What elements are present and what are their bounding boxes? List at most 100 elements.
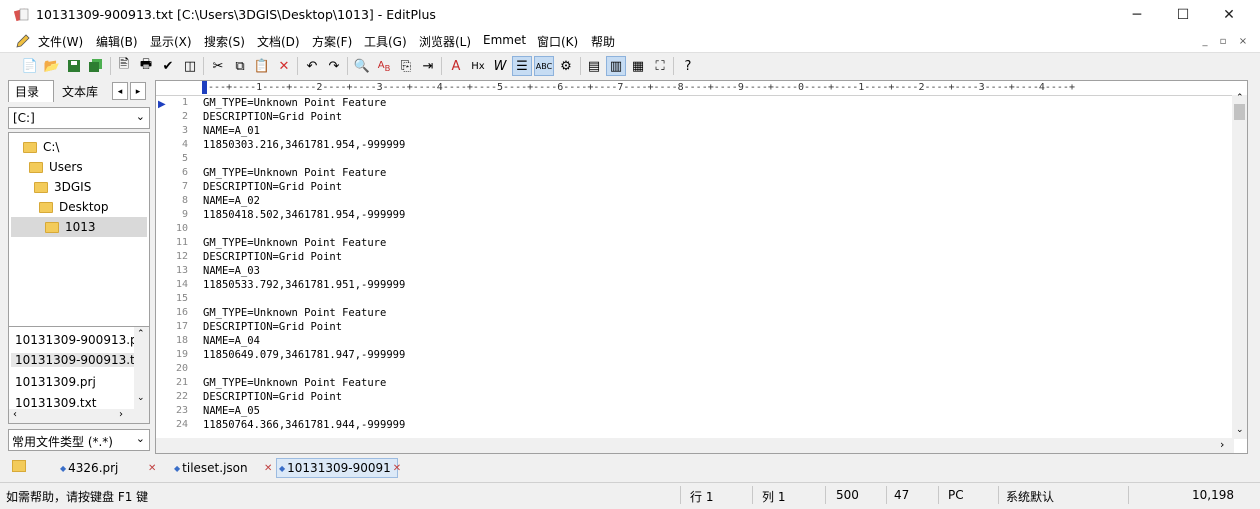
close-button[interactable]: ✕ (1206, 0, 1252, 30)
list-item[interactable]: 10131309-900913.p (15, 333, 138, 347)
menu-document[interactable]: 文档(D) (257, 33, 300, 50)
directory-window-icon[interactable]: ▤ (584, 56, 604, 76)
paste-icon[interactable]: 📋 (252, 56, 272, 76)
text-editor[interactable]: ----+----1----+----2----+----3----+----4… (155, 80, 1248, 454)
mdi-close-icon[interactable]: × (1234, 33, 1252, 49)
scroll-right-icon[interactable]: › (1220, 438, 1224, 451)
menu-help[interactable]: 帮助 (591, 33, 615, 50)
scroll-thumb[interactable] (1234, 104, 1245, 120)
folder-icon[interactable] (12, 460, 26, 472)
menu-search[interactable]: 搜索(S) (204, 33, 245, 50)
menu-file[interactable]: 文件(W) (38, 33, 83, 50)
word-wrap-icon[interactable]: W (490, 56, 510, 76)
browser-preview-icon[interactable]: ◫ (180, 56, 200, 76)
tab-prev-icon[interactable]: ◂ (112, 82, 128, 100)
file-list-scrollbar[interactable]: ⌃ ⌄ (134, 327, 149, 409)
code-line[interactable]: DESCRIPTION=Grid Point (203, 181, 342, 193)
list-item[interactable]: 10131309.txt (15, 396, 96, 410)
menu-browser[interactable]: 浏览器(L) (419, 33, 471, 50)
tree-node-c[interactable]: C:\ (23, 137, 59, 157)
code-line[interactable]: NAME=A_01 (203, 125, 260, 137)
tree-node-3dgis[interactable]: 3DGIS (34, 177, 91, 197)
delete-icon[interactable]: ✕ (274, 56, 294, 76)
fullscreen-icon[interactable]: ⛶ (650, 56, 670, 76)
scroll-down-icon[interactable]: ⌄ (1236, 425, 1244, 435)
app-icon[interactable] (13, 7, 30, 23)
undo-icon[interactable]: ↶ (302, 56, 322, 76)
tree-node-users[interactable]: Users (29, 157, 83, 177)
code-line[interactable]: 11850649.079,3461781.947,-999999 (203, 349, 405, 361)
doc-tab-active[interactable]: ◆ 10131309-90091 ✕ (276, 458, 401, 478)
settings-gear-icon[interactable]: ⚙ (556, 56, 576, 76)
file-list-hscrollbar[interactable]: ‹ › (9, 409, 149, 423)
scroll-up-icon[interactable]: ⌃ (1236, 93, 1244, 103)
find-icon[interactable]: 🔍 (352, 56, 372, 76)
code-line[interactable]: DESCRIPTION=Grid Point (203, 251, 342, 263)
list-item[interactable]: 10131309-900913.tx (11, 353, 142, 367)
ruler-icon[interactable]: ABC (534, 56, 554, 76)
save-all-icon[interactable] (86, 56, 106, 76)
code-line[interactable]: GM_TYPE=Unknown Point Feature (203, 97, 386, 109)
editor-vertical-scrollbar[interactable]: ⌃ ⌄ (1232, 93, 1247, 439)
code-line[interactable]: GM_TYPE=Unknown Point Feature (203, 237, 386, 249)
code-line[interactable]: GM_TYPE=Unknown Point Feature (203, 307, 386, 319)
tab-directory[interactable]: 目录 (8, 80, 54, 102)
code-line[interactable]: DESCRIPTION=Grid Point (203, 111, 342, 123)
code-line[interactable]: NAME=A_03 (203, 265, 260, 277)
doc-tab-4326[interactable]: ◆ 4326.prj (60, 458, 118, 478)
print-preview-icon[interactable]: 🖹 (114, 56, 134, 76)
status-encoding[interactable]: 系统默认 (1006, 488, 1054, 505)
tree-node-desktop[interactable]: Desktop (39, 197, 109, 217)
line-number-icon[interactable]: ☰ (512, 56, 532, 76)
save-icon[interactable] (64, 56, 84, 76)
code-line[interactable]: GM_TYPE=Unknown Point Feature (203, 377, 386, 389)
code-line[interactable]: 11850764.366,3461781.944,-999999 (203, 419, 405, 431)
drive-select[interactable]: [C:] ⌄ (8, 107, 150, 129)
output-window-icon[interactable]: ▦ (628, 56, 648, 76)
doc-tab-close-icon[interactable]: ✕ (258, 458, 272, 478)
menu-edit[interactable]: 编辑(B) (96, 33, 138, 50)
cut-icon[interactable]: ✂ (208, 56, 228, 76)
doc-tab-tileset[interactable]: ◆ tileset.json (174, 458, 248, 478)
code-line[interactable]: DESCRIPTION=Grid Point (203, 391, 342, 403)
list-item[interactable]: 10131309.prj (15, 375, 96, 389)
doc-tab-close-icon[interactable]: ✕ (142, 458, 156, 478)
context-help-icon[interactable]: ? (678, 56, 698, 76)
spellcheck-icon[interactable]: ✔ (158, 56, 178, 76)
scroll-down-icon[interactable]: ⌄ (137, 393, 145, 403)
tab-next-icon[interactable]: ▸ (130, 82, 146, 100)
copy-icon[interactable]: ⧉ (230, 56, 250, 76)
filetype-filter-select[interactable]: 常用文件类型 (*.*) ⌄ (8, 429, 150, 451)
mdi-minimize-icon[interactable]: _ (1196, 33, 1214, 49)
menu-window[interactable]: 窗口(K) (537, 33, 578, 50)
redo-icon[interactable]: ↷ (324, 56, 344, 76)
menu-project[interactable]: 方案(F) (312, 33, 352, 50)
code-line[interactable]: DESCRIPTION=Grid Point (203, 321, 342, 333)
doc-tab-close-icon[interactable]: ✕ (393, 463, 401, 474)
menu-tools[interactable]: 工具(G) (364, 33, 407, 50)
print-icon[interactable]: 🖶 (136, 56, 156, 76)
hex-view-icon[interactable]: Hx (468, 56, 488, 76)
code-line[interactable]: 11850533.792,3461781.951,-999999 (203, 279, 405, 291)
scroll-left-icon[interactable]: ‹ (13, 409, 17, 420)
text-library-icon[interactable]: ▥ (606, 56, 626, 76)
code-line[interactable]: NAME=A_04 (203, 335, 260, 347)
menu-emmet[interactable]: Emmet (483, 33, 526, 47)
code-line[interactable]: GM_TYPE=Unknown Point Feature (203, 167, 386, 179)
tab-text-library[interactable]: 文本库 (56, 80, 112, 102)
new-file-icon[interactable]: 📄 (20, 56, 40, 76)
mdi-restore-icon[interactable]: ▫ (1214, 33, 1232, 49)
find-in-files-icon[interactable]: ⎘ (396, 56, 416, 76)
open-file-icon[interactable]: 📂 (42, 56, 62, 76)
goto-line-icon[interactable]: ⇥ (418, 56, 438, 76)
tree-node-1013[interactable]: 1013 (11, 217, 147, 237)
code-line[interactable]: 11850418.502,3461781.954,-999999 (203, 209, 405, 221)
editor-horizontal-scrollbar[interactable]: › (156, 438, 1234, 453)
replace-icon[interactable]: AB (374, 56, 394, 76)
code-line[interactable]: NAME=A_05 (203, 405, 260, 417)
scroll-up-icon[interactable]: ⌃ (137, 329, 145, 339)
status-line-ending[interactable]: PC (948, 488, 964, 502)
maximize-button[interactable]: ☐ (1160, 0, 1206, 30)
scroll-right-icon[interactable]: › (119, 409, 123, 420)
minimize-button[interactable]: ─ (1114, 0, 1160, 30)
